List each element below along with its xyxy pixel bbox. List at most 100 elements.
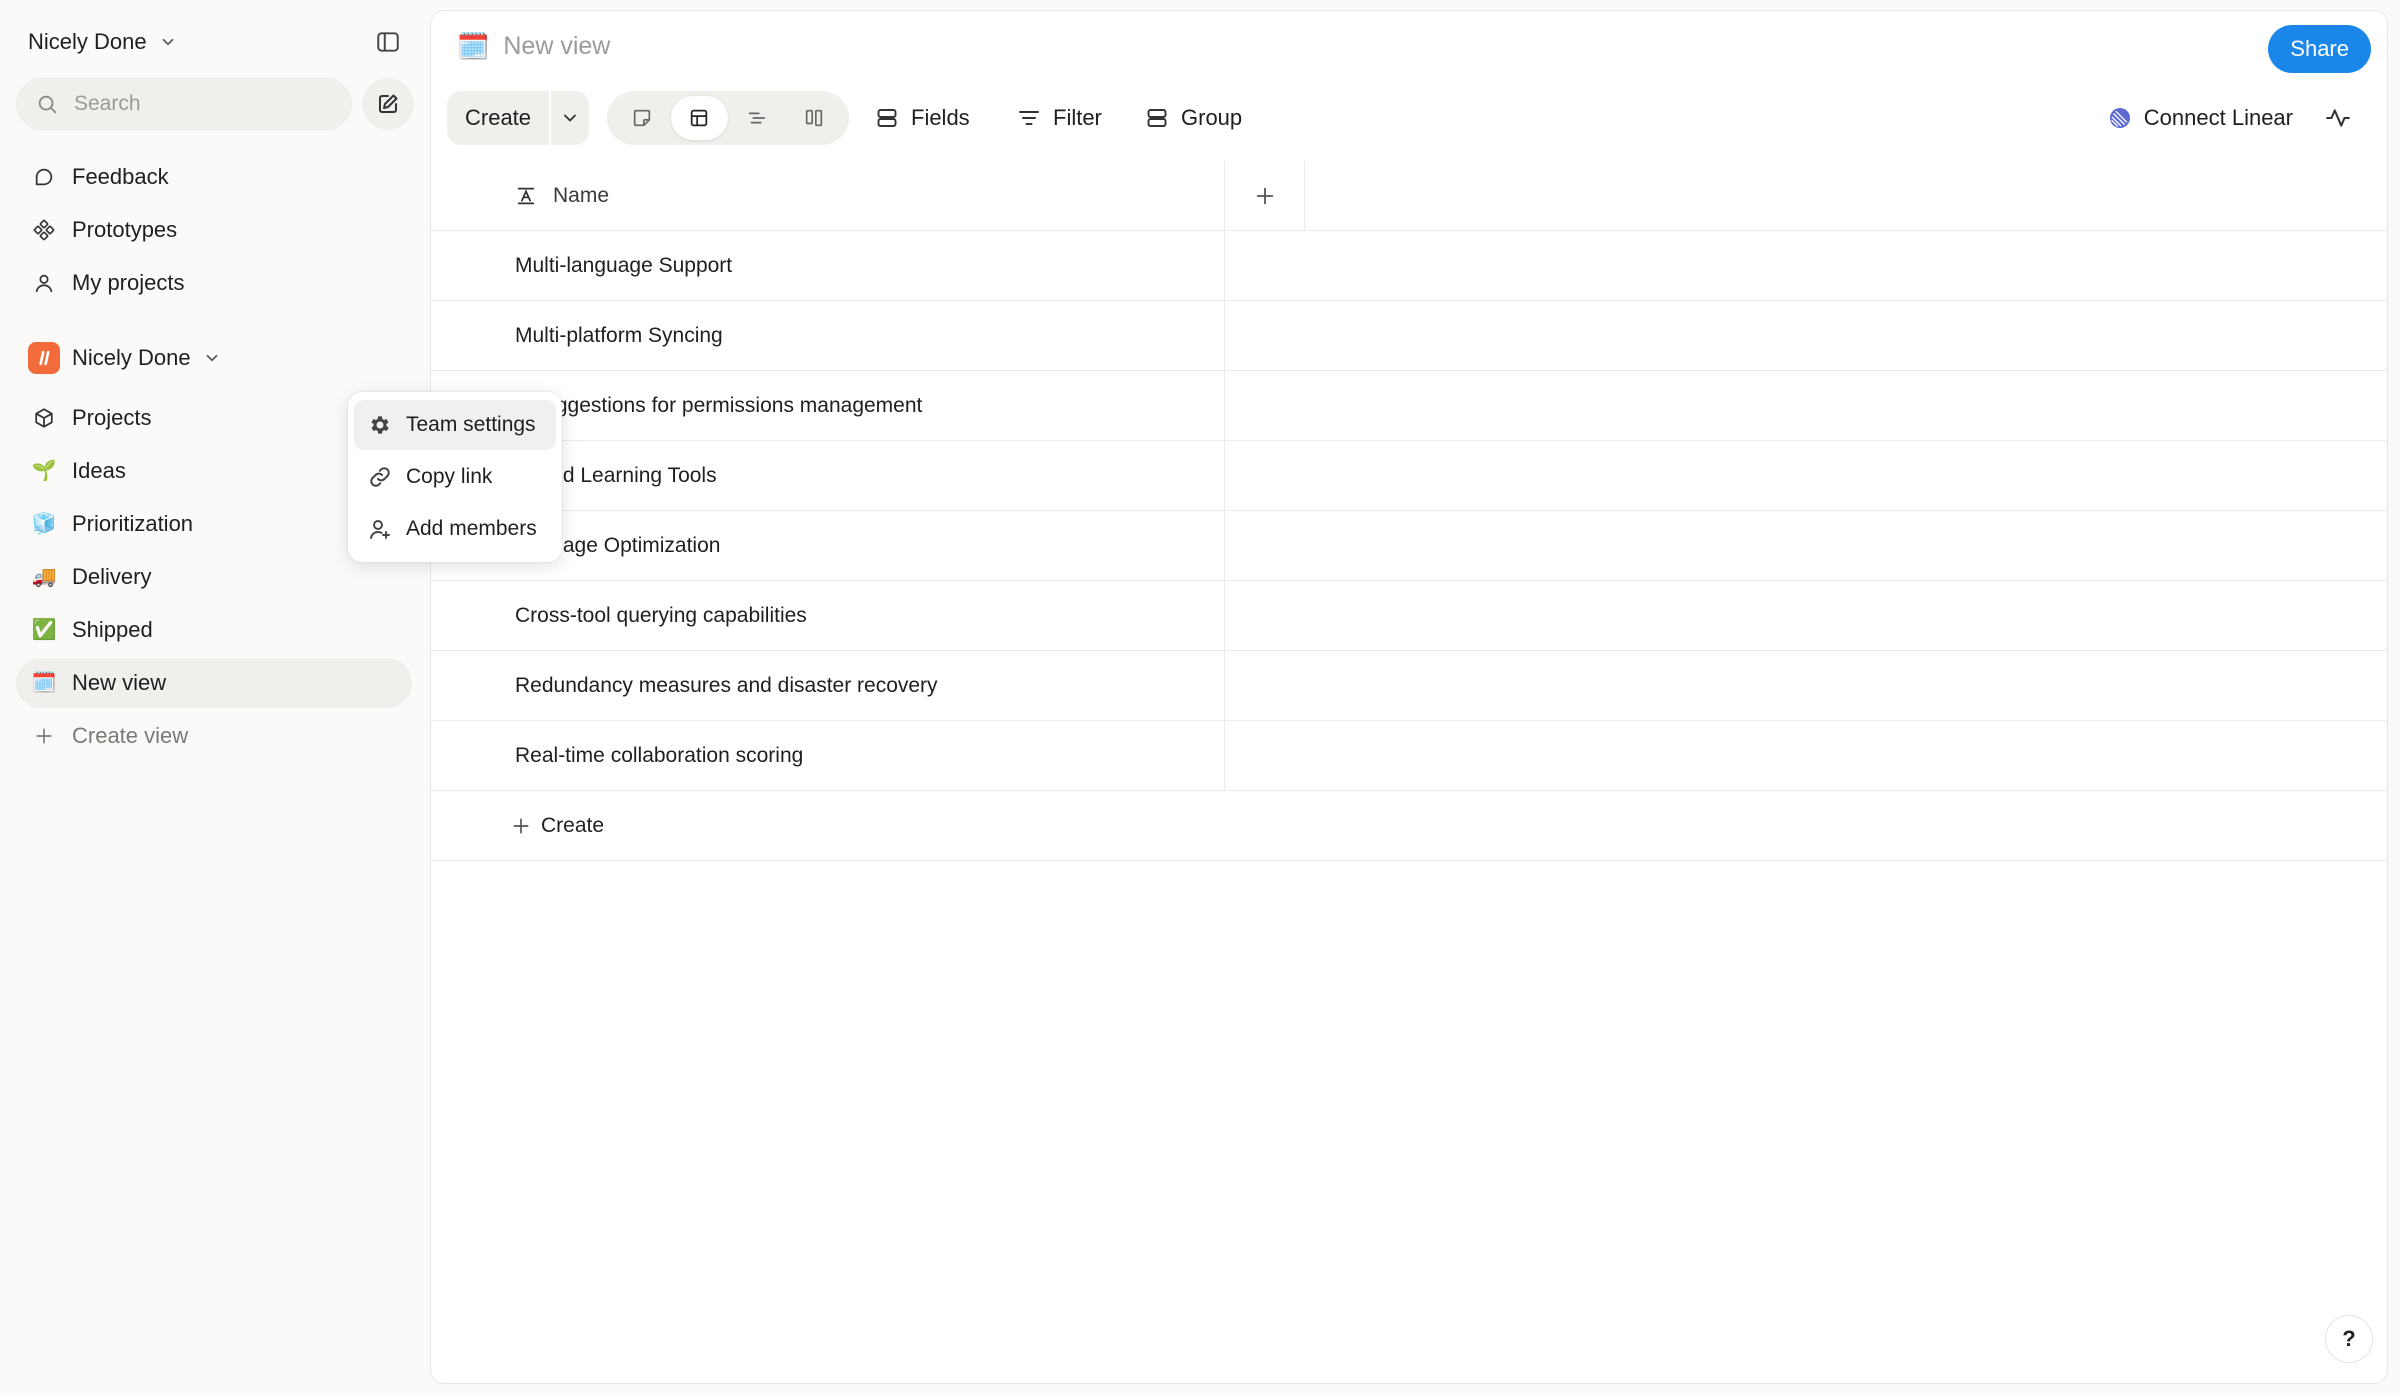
sticky-note-icon	[631, 107, 653, 129]
sidebar-panel-icon	[375, 29, 401, 55]
sidebar-item-label: Projects	[72, 405, 152, 430]
sidebar-item-delivery[interactable]: 🚚 Delivery	[16, 552, 412, 602]
calendar-icon: 🗓️	[457, 31, 490, 61]
sidebar-item-label: My projects	[72, 270, 185, 295]
items-table: Name Multi-language Support Multi-platfo…	[431, 161, 2387, 861]
menu-item-label: Add members	[406, 517, 537, 540]
create-item-button[interactable]: Create	[511, 791, 604, 860]
menu-item-add-members[interactable]: Add members	[354, 504, 556, 554]
table-icon	[688, 107, 710, 129]
sidebar-toggle-button[interactable]	[368, 24, 408, 60]
workspace-switcher[interactable]: Nicely Done	[28, 24, 177, 60]
user-icon	[32, 271, 56, 295]
team-context-menu: Team settings Copy link Add members	[348, 392, 562, 562]
table-row[interactable]: rt suggestions for permissions managemen…	[431, 371, 2387, 441]
activity-icon	[2325, 105, 2351, 131]
plus-icon	[511, 816, 531, 836]
row-name-cell[interactable]: Redundancy measures and disaster recover…	[431, 651, 1225, 720]
table-row[interactable]: grated Learning Tools	[431, 441, 2387, 511]
table-row[interactable]: Redundancy measures and disaster recover…	[431, 651, 2387, 721]
prototypes-icon	[32, 218, 56, 242]
sidebar-item-label: Prototypes	[72, 217, 178, 242]
team-switcher[interactable]: Nicely Done	[28, 337, 221, 379]
add-user-icon	[368, 517, 392, 541]
search-icon	[36, 93, 58, 115]
fields-icon	[875, 106, 899, 130]
menu-item-label: Team settings	[406, 413, 536, 436]
group-icon	[1145, 106, 1169, 130]
table-row[interactable]: Cross-tool querying capabilities	[431, 581, 2387, 651]
toolbar: Create Fields Filter Group Connect Linea…	[447, 91, 2373, 145]
view-title[interactable]: 🗓️ New view	[457, 31, 610, 62]
view-title-text: New view	[503, 32, 611, 60]
connect-linear-label: Connect Linear	[2143, 105, 2293, 130]
sidebar-item-label: Ideas	[72, 458, 126, 483]
column-header-label: Name	[553, 183, 610, 207]
team-name: Nicely Done	[72, 345, 191, 370]
create-split-button: Create	[447, 91, 590, 145]
create-dropdown-button[interactable]	[549, 91, 589, 145]
layout-switcher	[607, 91, 849, 145]
table-row[interactable]: ing Page Optimization	[431, 511, 2387, 581]
menu-item-copy-link[interactable]: Copy link	[354, 452, 556, 502]
compose-icon	[376, 92, 400, 116]
link-icon	[368, 465, 392, 489]
timeline-icon	[746, 107, 768, 129]
create-row: Create	[431, 791, 2387, 861]
seedling-icon: 🌱	[31, 460, 57, 482]
sidebar-item-label: Prioritization	[72, 511, 194, 536]
activity-button[interactable]	[2311, 91, 2365, 145]
share-button[interactable]: Share	[2268, 25, 2371, 73]
sidebar: Nicely Done Feedback Prototypes	[0, 0, 425, 1395]
calendar-icon: 🗓️	[31, 672, 57, 694]
sidebar-item-label: Feedback	[72, 164, 169, 189]
filter-button[interactable]: Filter	[1017, 91, 1102, 145]
row-name-cell[interactable]: Multi-language Support	[431, 231, 1225, 300]
filter-icon	[1017, 106, 1041, 130]
layout-table-button[interactable]	[670, 96, 728, 140]
layout-timeline-button[interactable]	[728, 96, 786, 140]
search-box[interactable]	[16, 78, 352, 130]
layout-board-button[interactable]	[786, 96, 844, 140]
filter-label: Filter	[1053, 105, 1102, 130]
sidebar-item-feedback[interactable]: Feedback	[16, 152, 412, 202]
table-row[interactable]: Multi-language Support	[431, 231, 2387, 301]
fields-button[interactable]: Fields	[875, 91, 970, 145]
linear-logo-icon	[2108, 106, 2132, 130]
layout-notes-button[interactable]	[613, 96, 671, 140]
table-row[interactable]: Real-time collaboration scoring	[431, 721, 2387, 791]
row-name-cell[interactable]: Real-time collaboration scoring	[431, 721, 1225, 790]
sidebar-item-shipped[interactable]: ✅ Shipped	[16, 605, 412, 655]
workspace-name: Nicely Done	[28, 29, 147, 54]
menu-item-team-settings[interactable]: Team settings	[354, 400, 556, 450]
create-item-label: Create	[541, 813, 605, 837]
chevron-down-icon	[203, 349, 221, 367]
new-item-button[interactable]	[362, 78, 414, 130]
row-name-cell[interactable]: Multi-platform Syncing	[431, 301, 1225, 370]
sidebar-item-my-projects[interactable]: My projects	[16, 258, 412, 308]
sidebar-item-prototypes[interactable]: Prototypes	[16, 205, 412, 255]
table-row[interactable]: Multi-platform Syncing	[431, 301, 2387, 371]
menu-item-label: Copy link	[406, 465, 493, 488]
create-view-label: Create view	[72, 723, 189, 748]
cube-icon	[32, 406, 56, 430]
create-view-button[interactable]: Create view	[16, 711, 412, 761]
board-icon	[803, 107, 825, 129]
ice-cube-icon: 🧊	[31, 513, 57, 535]
row-name-cell[interactable]: Cross-tool querying capabilities	[431, 581, 1225, 650]
add-column-button[interactable]	[1225, 161, 1305, 230]
column-header-name[interactable]: Name	[431, 161, 1225, 230]
sidebar-item-new-view[interactable]: 🗓️ New view	[16, 658, 412, 708]
group-button[interactable]: Group	[1145, 91, 1242, 145]
search-input[interactable]	[74, 92, 324, 116]
chevron-down-icon	[560, 108, 580, 128]
fields-label: Fields	[911, 105, 970, 130]
create-button[interactable]: Create	[447, 91, 549, 145]
group-label: Group	[1181, 105, 1243, 130]
feedback-icon	[32, 165, 56, 189]
help-button[interactable]: ?	[2325, 1315, 2373, 1363]
text-field-icon	[515, 185, 537, 207]
chevron-down-icon	[159, 33, 177, 51]
connect-linear-button[interactable]: Connect Linear	[2108, 91, 2293, 145]
sidebar-item-label: Shipped	[72, 617, 153, 642]
